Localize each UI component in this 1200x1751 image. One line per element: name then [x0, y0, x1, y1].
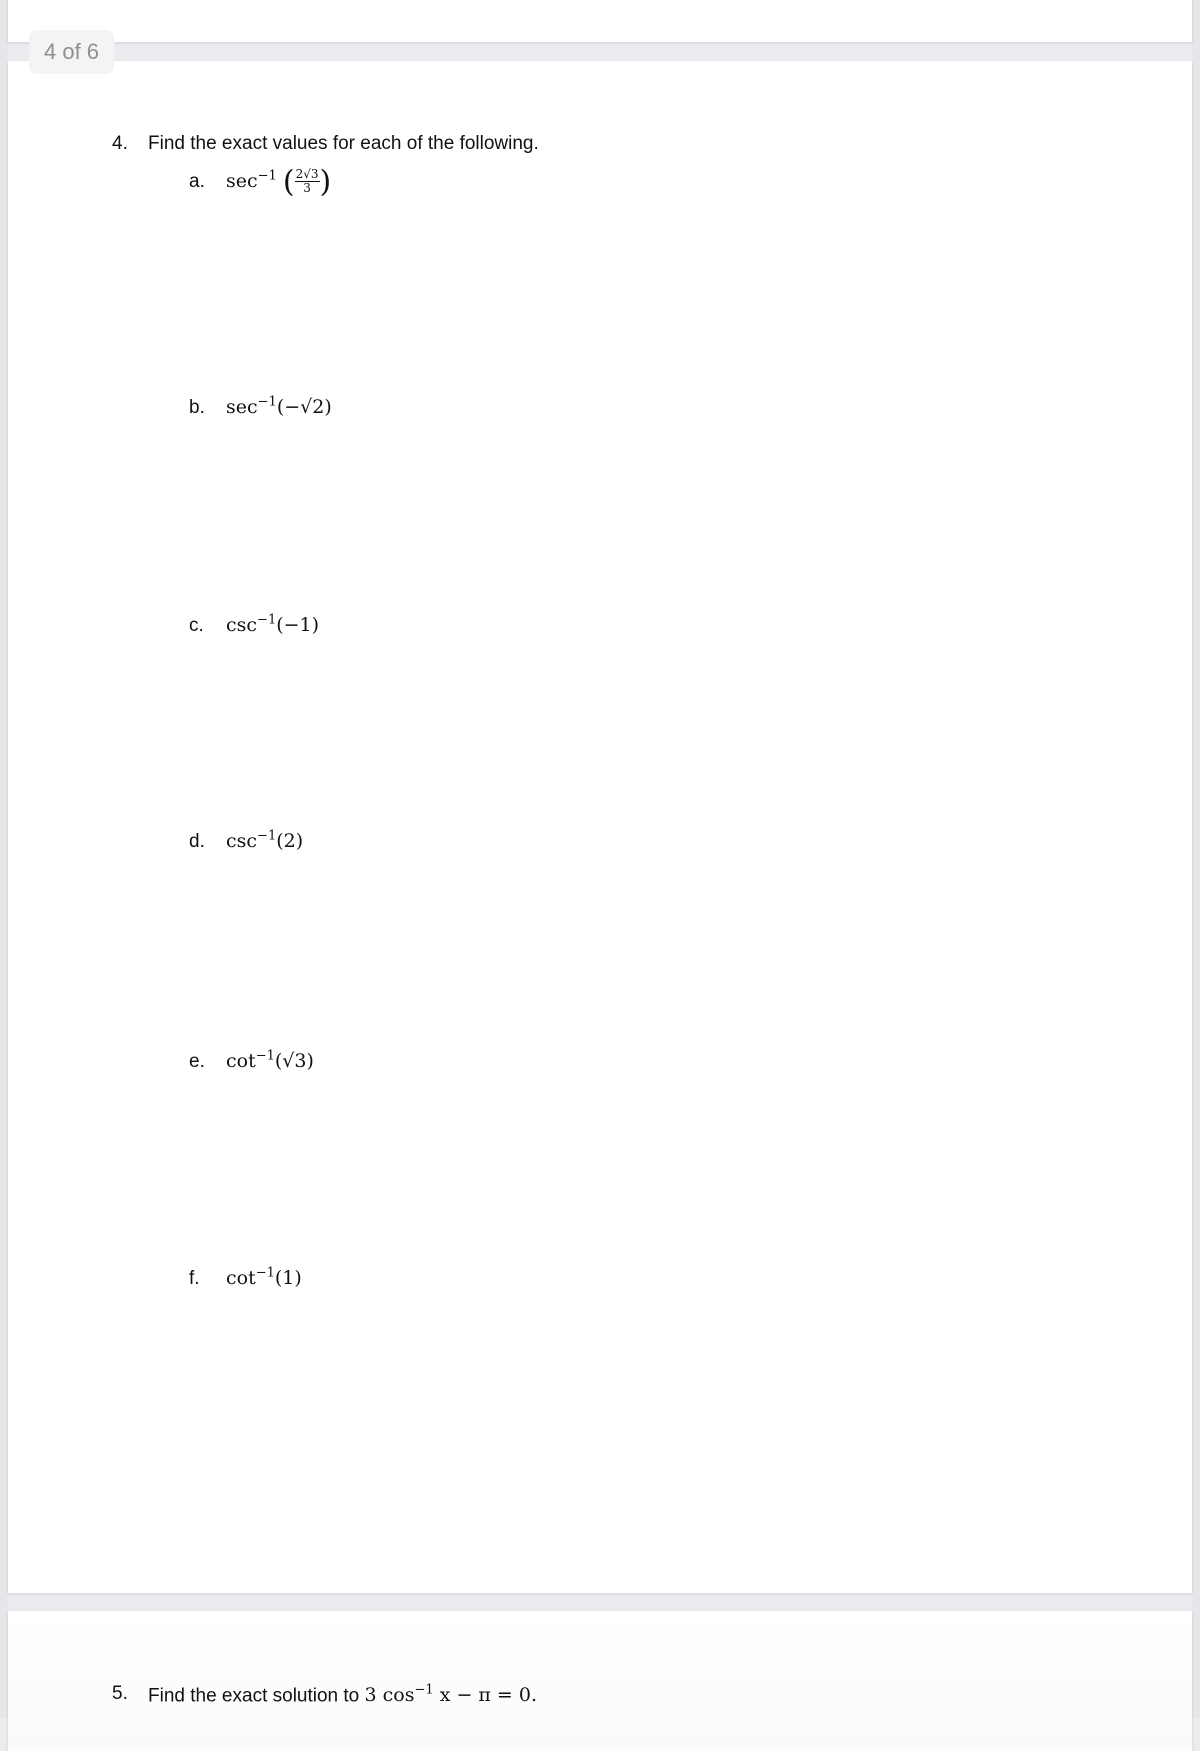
item-e: e. cot−1(√3): [189, 1049, 314, 1073]
current-page: 4. Find the exact values for each of the…: [8, 61, 1192, 1593]
equation-coefficient: 3 cos: [364, 1684, 415, 1707]
item-superscript: −1: [257, 613, 277, 628]
item-function: csc: [226, 614, 258, 637]
paren-open: (: [282, 164, 295, 199]
question-prompt: Find the exact values for each of the fo…: [148, 133, 539, 154]
item-label: c.: [189, 615, 204, 637]
item-argument: (1): [274, 1267, 302, 1290]
question-number: 5.: [112, 1683, 128, 1704]
item-label: f.: [189, 1268, 200, 1290]
scroll-rail-right: [1192, 0, 1200, 1718]
fraction-numerator: 2√3: [294, 167, 320, 182]
item-superscript: −1: [257, 168, 277, 184]
equation-rest: x − π = 0.: [433, 1684, 538, 1707]
item-superscript: −1: [255, 1266, 275, 1281]
equation-superscript: −1: [414, 1683, 434, 1698]
scroll-rail-left: [0, 0, 8, 1718]
item-argument: (2): [276, 830, 304, 853]
item-function: sec: [226, 396, 258, 419]
item-argument: (−√2): [276, 396, 332, 419]
fraction: 2√3 3: [294, 167, 320, 195]
item-label: b.: [189, 397, 205, 419]
item-function: cot: [226, 1050, 256, 1073]
page-indicator-badge: 4 of 6: [29, 30, 115, 74]
prompt-text: Find the exact solution to: [148, 1685, 365, 1707]
item-function: cot: [226, 1267, 256, 1290]
item-c: c. csc−1(−1): [189, 613, 319, 637]
item-function: csc: [226, 830, 258, 853]
item-function: sec: [226, 169, 258, 192]
question-prompt: Find the exact solution to 3 cos−1 x − π…: [148, 1683, 537, 1707]
item-b: b. sec−1(−√2): [189, 395, 332, 419]
previous-page: [8, 0, 1192, 42]
paren-close: ): [319, 164, 332, 199]
item-superscript: −1: [255, 1049, 275, 1064]
question-number: 4.: [112, 133, 128, 154]
item-argument: (−1): [276, 614, 320, 637]
item-label: a.: [189, 170, 205, 192]
fraction-denominator: 3: [303, 181, 311, 195]
item-superscript: −1: [257, 395, 277, 410]
item-f: f. cot−1(1): [189, 1266, 302, 1290]
item-d: d. csc−1(2): [189, 829, 303, 853]
item-label: e.: [189, 1051, 205, 1073]
item-a: a. sec−1 (2√3 3): [189, 164, 331, 199]
item-label: d.: [189, 831, 205, 853]
item-argument: (√3): [274, 1050, 314, 1073]
item-superscript: −1: [257, 829, 277, 844]
next-page: 5. Find the exact solution to 3 cos−1 x …: [8, 1611, 1192, 1751]
